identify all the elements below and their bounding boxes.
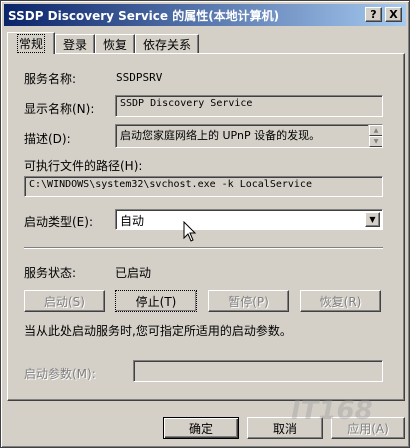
tab-strip: 常规 登录 恢复 依存关系 [7, 32, 200, 54]
params-label: 启动参数(M): [24, 367, 96, 381]
service-name-label: 服务名称: [24, 72, 77, 86]
stop-button[interactable]: 停止(T) [115, 290, 197, 312]
service-name-value: SSDPSRV [116, 71, 163, 84]
tab-dependencies[interactable]: 依存关系 [135, 34, 200, 54]
description-field[interactable]: 启动您家庭网络上的 UPnP 设备的发现。 ▲ ▼ [115, 124, 383, 148]
ok-button[interactable]: 确定 [163, 417, 239, 439]
description-scrollbar[interactable]: ▲ ▼ [368, 125, 382, 147]
general-panel: 服务名称: SSDPSRV 显示名称(N): SSDP Discovery Se… [7, 53, 405, 401]
window-title: SSDP Discovery Service 的属性(本地计算机) [8, 8, 280, 23]
pause-button[interactable]: 暂停(P) [208, 290, 289, 312]
description-text: 启动您家庭网络上的 UPnP 设备的发现。 [120, 129, 321, 142]
watermark-logo: IT168 [291, 396, 373, 426]
close-button[interactable]: X [385, 7, 402, 22]
startup-type-label: 启动类型(E): [24, 215, 93, 229]
status-value: 已启动 [115, 266, 152, 280]
display-name-field[interactable]: SSDP Discovery Service [115, 95, 383, 117]
help-button[interactable]: ? [365, 7, 382, 22]
description-label: 描述(D): [24, 132, 71, 146]
tab-logon[interactable]: 登录 [55, 34, 96, 54]
status-label: 服务状态: [24, 266, 77, 280]
title-bar[interactable]: SSDP Discovery Service 的属性(本地计算机) ? X [4, 4, 406, 26]
scroll-up-icon[interactable]: ▲ [369, 125, 382, 136]
mouse-cursor-icon [183, 221, 197, 242]
startup-type-value: 自动 [120, 214, 145, 228]
tab-general[interactable]: 常规 [7, 32, 56, 54]
separator [24, 247, 383, 249]
params-input[interactable] [133, 360, 383, 382]
scroll-down-icon[interactable]: ▼ [369, 136, 382, 147]
properties-dialog: SSDP Discovery Service 的属性(本地计算机) ? X 常规… [0, 0, 410, 448]
resume-button[interactable]: 恢复(R) [300, 290, 381, 312]
tab-recovery[interactable]: 恢复 [95, 34, 136, 54]
startup-type-select[interactable]: 自动 ▼ [115, 209, 383, 230]
exe-path-label: 可执行文件的路径(H): [24, 159, 143, 173]
display-name-label: 显示名称(N): [24, 102, 95, 116]
chevron-down-icon[interactable]: ▼ [365, 212, 380, 227]
hint-text: 当从此处启动服务时,您可指定所适用的启动参数。 [24, 324, 292, 338]
start-button[interactable]: 启动(S) [24, 290, 105, 312]
exe-path-field: C:\WINDOWS\system32\svchost.exe -k Local… [24, 176, 383, 197]
